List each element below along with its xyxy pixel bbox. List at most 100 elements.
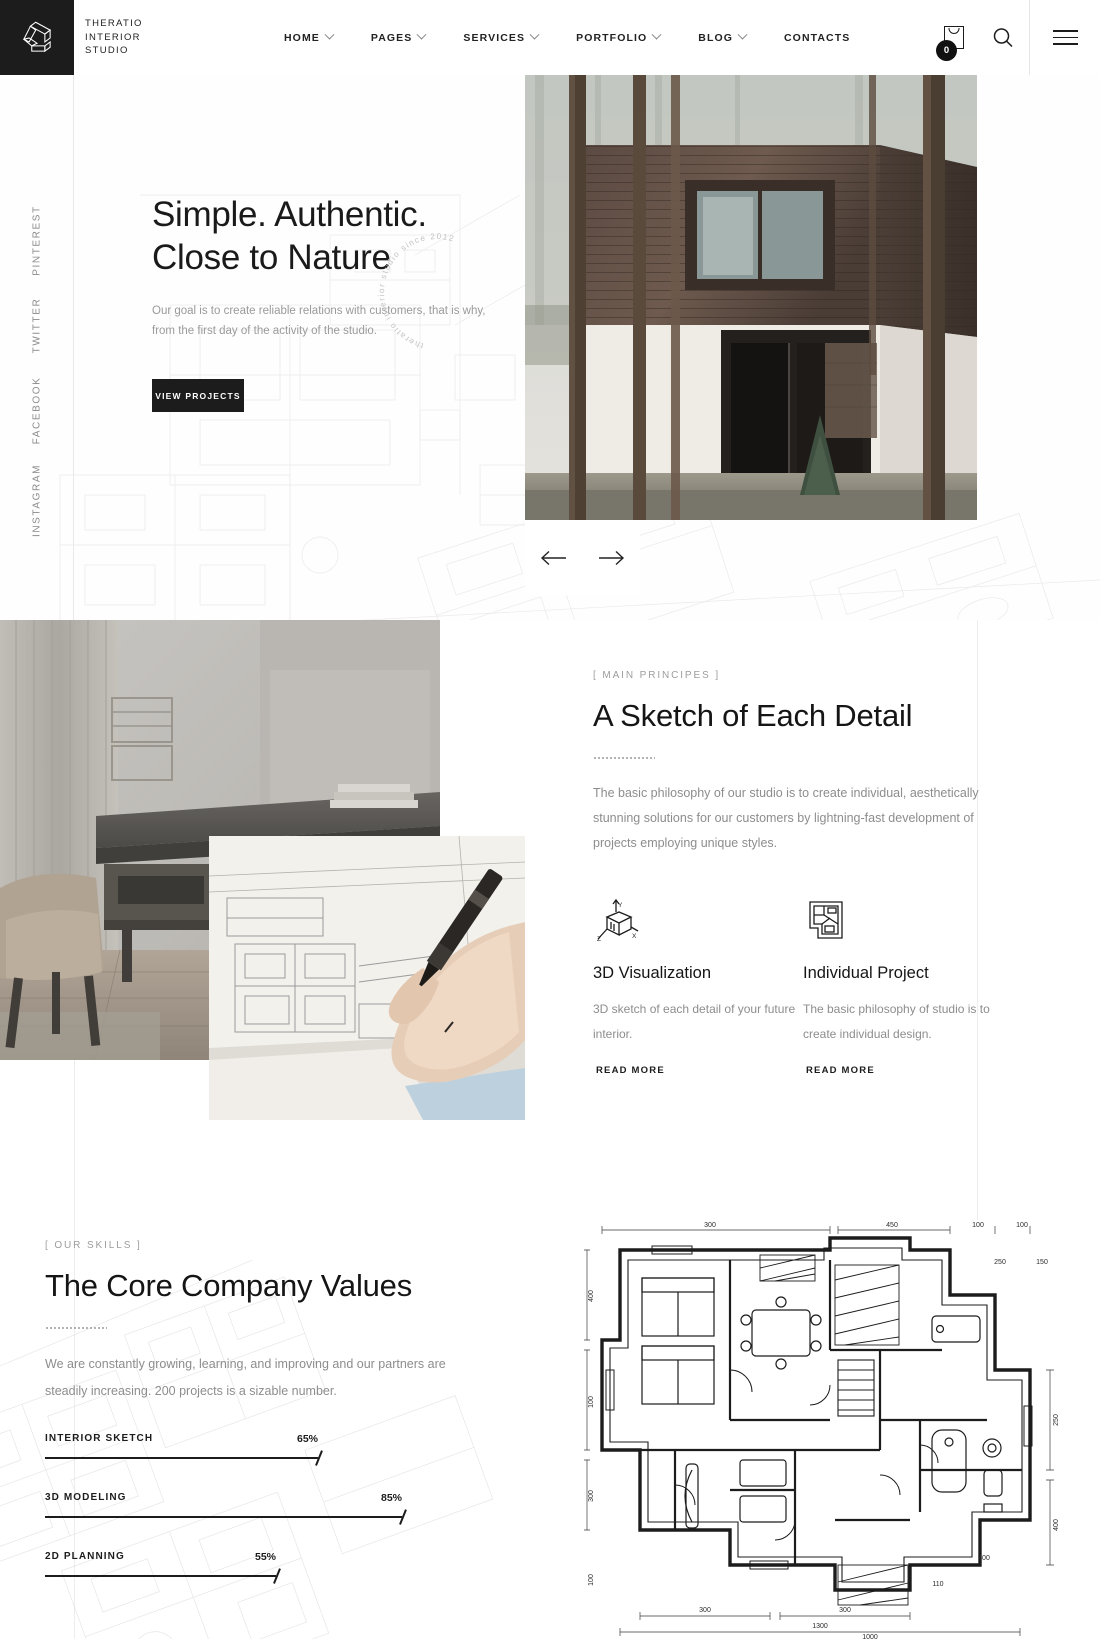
hero-slider-controls <box>525 520 640 595</box>
read-more-link-3d-visualization[interactable]: READ MORE <box>588 1065 665 1082</box>
svg-text:400: 400 <box>1053 1519 1060 1531</box>
main-navigation: HOME PAGES SERVICES PORTFOLIO BLOG CONTA… <box>265 0 869 75</box>
social-link-facebook[interactable]: FACEBOOK <box>31 377 42 445</box>
svg-text:100: 100 <box>1016 1222 1028 1229</box>
svg-text:X: X <box>632 933 637 940</box>
brand-name[interactable]: THERATIO INTERIOR STUDIO <box>85 17 143 58</box>
svg-text:300: 300 <box>839 1607 851 1614</box>
feature-card-individual-project: Individual Project The basic philosophy … <box>798 896 1013 1082</box>
nav-label: BLOG <box>698 31 733 44</box>
page-root: THERATIO INTERIOR STUDIO HOME PAGES SERV… <box>0 0 1100 1639</box>
skills-content: [ OUR SKILLS ] The Core Company Values W… <box>45 1240 465 1610</box>
social-link-pinterest[interactable]: PINTEREST <box>31 205 42 276</box>
feature-list: Y X Z 3D Visualization 3D sketch of each… <box>588 896 1013 1082</box>
svg-text:1300: 1300 <box>812 1623 828 1630</box>
nav-label: CONTACTS <box>784 31 851 44</box>
site-header: THERATIO INTERIOR STUDIO HOME PAGES SERV… <box>0 0 1100 75</box>
skill-bars: INTERIOR SKETCH 65% 3D MODELING 85% 2D P… <box>45 1433 465 1584</box>
floorplan-drawing: 300 450 100 100 250 150 250 400 400 100 … <box>584 1222 1060 1639</box>
hamburger-menu-icon <box>1052 29 1078 32</box>
skill-percent: 65% <box>296 1433 318 1445</box>
skill-label: INTERIOR SKETCH <box>45 1433 154 1444</box>
cart-button[interactable]: 0 <box>931 0 977 75</box>
feature-description: The basic philosophy of studio is to cre… <box>803 1002 990 1041</box>
chevron-down-icon <box>529 29 540 40</box>
social-link-instagram[interactable]: INSTAGRAM <box>31 464 42 537</box>
brand-line-2: INTERIOR <box>85 31 141 43</box>
svg-text:Y: Y <box>618 902 623 909</box>
nav-item-blog[interactable]: BLOG <box>679 0 765 75</box>
skill-percent: 85% <box>380 1492 402 1504</box>
chevron-down-icon <box>737 29 748 40</box>
logo-icon <box>22 21 52 52</box>
skills-paragraph: We are constantly growing, learning, and… <box>45 1357 446 1398</box>
arrow-right-icon <box>599 550 625 565</box>
skill-label: 3D MODELING <box>45 1492 127 1503</box>
skill-bar-2d-planning: 2D PLANNING 55% <box>45 1551 465 1584</box>
cart-count-badge: 0 <box>936 40 957 61</box>
principles-eyebrow: [ MAIN PRINCIPES ] <box>593 670 720 681</box>
chevron-down-icon <box>651 29 662 40</box>
nav-item-contacts[interactable]: CONTACTS <box>765 0 869 75</box>
hamburger-menu-button[interactable] <box>1030 0 1100 75</box>
svg-text:100: 100 <box>588 1574 595 1586</box>
hand-drawing-photo <box>209 836 525 1120</box>
svg-text:300: 300 <box>588 1490 595 1502</box>
svg-text:150: 150 <box>1036 1259 1048 1266</box>
skill-bar-3d-modeling: 3D MODELING 85% <box>45 1492 465 1525</box>
skill-progress-line <box>45 1575 276 1577</box>
hero-section: Simple. Authentic. Close to Nature Our g… <box>0 75 1100 620</box>
chevron-down-icon <box>416 29 427 40</box>
nav-label: PORTFOLIO <box>576 31 648 44</box>
dotted-divider <box>593 757 655 759</box>
view-projects-button[interactable]: VIEW PROJECTS <box>152 379 244 412</box>
skill-progress-line <box>45 1516 402 1518</box>
principles-secondary-image <box>209 836 525 1120</box>
svg-text:450: 450 <box>886 1222 898 1229</box>
svg-text:100: 100 <box>588 1396 595 1408</box>
arrow-left-icon <box>540 550 566 565</box>
feature-title: Individual Project <box>803 964 929 982</box>
nav-label: HOME <box>284 31 320 44</box>
svg-text:400: 400 <box>978 1555 990 1562</box>
svg-text:theratio interior studio since: theratio interior studio since 2012 <box>378 233 456 350</box>
svg-text:300: 300 <box>704 1222 716 1229</box>
skill-bar-interior-sketch: INTERIOR SKETCH 65% <box>45 1433 465 1466</box>
hero-next-button[interactable] <box>594 541 628 575</box>
social-sidebar: PINTEREST TWITTER FACEBOOK INSTAGRAM <box>0 75 74 620</box>
svg-text:400: 400 <box>588 1290 595 1302</box>
search-button[interactable] <box>977 0 1029 75</box>
hero-prev-button[interactable] <box>537 541 571 575</box>
skill-progress-line <box>45 1457 318 1459</box>
logo[interactable] <box>0 0 74 75</box>
principles-title: A Sketch of Each Detail <box>593 698 913 733</box>
svg-text:1000: 1000 <box>862 1634 878 1639</box>
principles-content: [ MAIN PRINCIPES ] A Sketch of Each Deta… <box>588 670 1013 1082</box>
svg-text:250: 250 <box>1053 1414 1060 1426</box>
read-more-link-individual-project[interactable]: READ MORE <box>798 1065 875 1082</box>
skills-title: The Core Company Values <box>45 1268 413 1303</box>
hamburger-menu-icon <box>1052 43 1078 46</box>
skill-percent: 55% <box>254 1551 276 1563</box>
feature-card-3d-visualization: Y X Z 3D Visualization 3D sketch of each… <box>588 896 803 1082</box>
social-link-twitter[interactable]: TWITTER <box>31 298 42 354</box>
nav-item-portfolio[interactable]: PORTFOLIO <box>557 0 679 75</box>
circular-text-content: theratio interior studio since 2012 <box>378 233 455 350</box>
svg-text:110: 110 <box>932 1581 943 1588</box>
hero-title-line-2: Close to Nature <box>152 238 391 277</box>
brand-line-3: STUDIO <box>85 45 129 56</box>
svg-text:100: 100 <box>972 1222 984 1229</box>
svg-text:300: 300 <box>699 1607 711 1614</box>
svg-text:Z: Z <box>597 936 601 942</box>
hamburger-menu-icon <box>1052 36 1078 39</box>
nav-item-services[interactable]: SERVICES <box>444 0 557 75</box>
hero-subtitle-line-2: from the first day of the activity of th… <box>152 325 377 337</box>
skill-label: 2D PLANNING <box>45 1551 125 1562</box>
nav-item-pages[interactable]: PAGES <box>352 0 444 75</box>
header-actions: 0 <box>931 0 1100 75</box>
feature-title: 3D Visualization <box>593 964 712 982</box>
nav-label: SERVICES <box>463 31 526 44</box>
principles-paragraph: The basic philosophy of our studio is to… <box>593 786 979 850</box>
skills-section: [ OUR SKILLS ] The Core Company Values W… <box>0 1220 1100 1639</box>
nav-item-home[interactable]: HOME <box>265 0 352 75</box>
